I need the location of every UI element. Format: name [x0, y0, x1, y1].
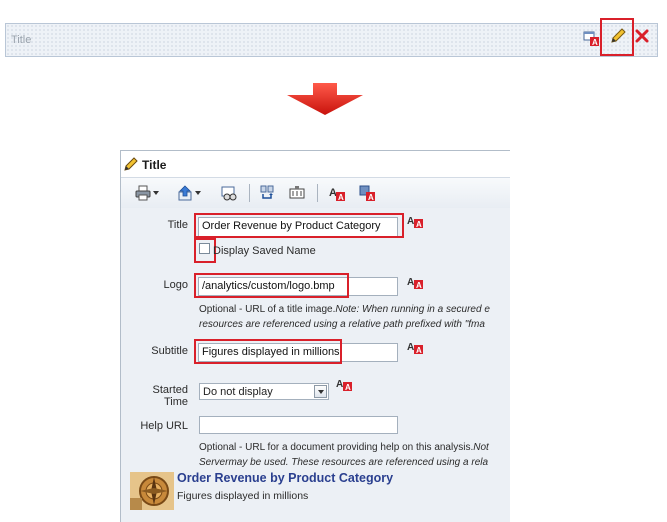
svg-text:A: A	[368, 193, 374, 201]
export-button[interactable]	[177, 185, 201, 201]
svg-text:A: A	[329, 187, 337, 199]
text-format-icon: A A	[329, 187, 345, 201]
title-label: Title	[167, 219, 188, 231]
svg-text:A: A	[416, 346, 422, 354]
svg-text:A: A	[592, 38, 598, 46]
help-url-input[interactable]	[199, 416, 398, 434]
title-input-highlight	[194, 213, 404, 238]
view-properties-icon[interactable]: A	[583, 30, 599, 46]
text-format-icon[interactable]: A A	[407, 340, 423, 354]
display-saved-name-label: Display Saved Name	[213, 245, 316, 257]
svg-text:A: A	[345, 383, 351, 391]
chevron-down-icon	[195, 191, 201, 195]
title-editor-dialog: Title A A A Title Order Revenue by Produ…	[120, 150, 510, 522]
delete-view-icon[interactable]	[634, 28, 650, 44]
dialog-header: Title	[121, 151, 510, 177]
logo-help-text: Optional - URL of a title image.Note: Wh…	[199, 304, 490, 330]
help-url-label: Help URL	[140, 420, 188, 432]
dialog-toolbar: A A A	[121, 177, 510, 209]
toolbar-separator	[249, 184, 250, 202]
started-time-value: Do not display	[203, 386, 273, 398]
toolbar-separator	[317, 184, 318, 202]
svg-text:A: A	[407, 216, 414, 227]
pencil-icon	[124, 157, 138, 171]
preview-title: Order Revenue by Product Category	[177, 471, 394, 485]
title-view-bar: Title	[5, 23, 658, 57]
format-button[interactable]	[289, 185, 307, 201]
edit-format-button[interactable]: A A	[329, 185, 347, 201]
edit-pencil-icon[interactable]	[609, 27, 627, 45]
swap-icon	[260, 185, 274, 199]
started-time-select[interactable]: Do not display	[199, 383, 329, 400]
started-time-label: Started Time	[152, 384, 188, 408]
logo-image	[130, 472, 174, 510]
svg-text:A: A	[407, 277, 414, 288]
text-format-icon[interactable]: A A	[336, 377, 352, 391]
text-format-icon[interactable]: A A	[407, 214, 423, 228]
down-arrow-icon	[287, 83, 363, 115]
chevron-down-icon[interactable]	[314, 385, 327, 398]
copy-format-button[interactable]: A	[359, 185, 377, 201]
help-url-help-text: Optional - URL for a document providing …	[199, 442, 489, 468]
subtitle-label: Subtitle	[151, 345, 188, 357]
export-icon	[178, 185, 192, 201]
svg-text:A: A	[416, 220, 422, 228]
preview-button[interactable]	[221, 185, 239, 201]
logo-label: Logo	[163, 279, 188, 291]
svg-text:A: A	[336, 379, 343, 390]
svg-text:A: A	[338, 193, 344, 201]
copy-format-icon: A	[359, 185, 375, 201]
dialog-title: Title	[142, 158, 167, 172]
swap-button[interactable]	[259, 185, 277, 201]
format-icon	[289, 186, 305, 199]
svg-text:A: A	[407, 342, 414, 353]
title-view-label: Title	[11, 34, 32, 46]
chevron-down-icon	[153, 191, 159, 195]
svg-text:A: A	[416, 281, 422, 289]
print-button[interactable]	[135, 185, 159, 201]
text-format-icon[interactable]: A A	[407, 275, 423, 289]
preview-icon	[221, 186, 237, 201]
subtitle-input-highlight	[194, 339, 342, 364]
logo-input-highlight	[194, 273, 349, 298]
print-icon	[135, 185, 151, 201]
preview-subtitle: Figures displayed in millions	[177, 490, 309, 502]
